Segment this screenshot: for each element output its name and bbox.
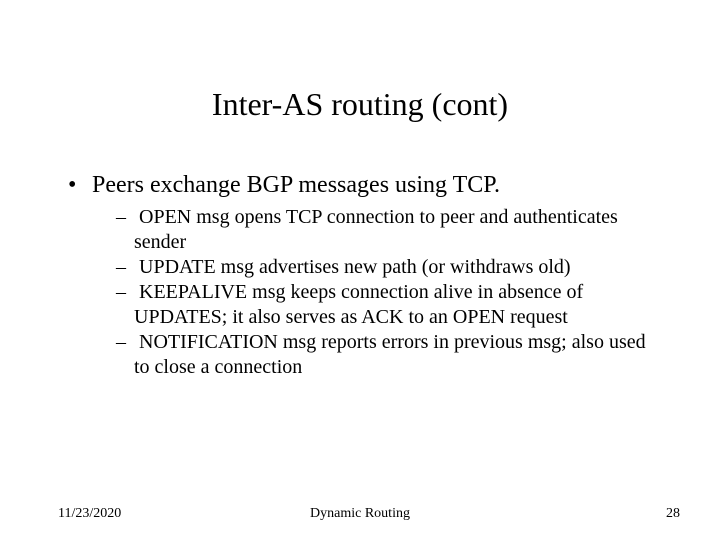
footer-page-number: 28 — [666, 506, 680, 522]
sub-bullet-list: OPEN msg opens TCP connection to peer an… — [60, 205, 660, 380]
bullet-main: Peers exchange BGP messages using TCP. — [60, 172, 660, 199]
sub-bullet: NOTIFICATION msg reports errors in previ… — [116, 330, 660, 380]
slide: Inter-AS routing (cont) Peers exchange B… — [0, 0, 720, 540]
sub-bullet-text: KEEPALIVE msg keeps connection alive in … — [134, 281, 583, 328]
slide-body: Peers exchange BGP messages using TCP. O… — [60, 172, 660, 380]
bullet-main-text: Peers exchange BGP messages using TCP. — [92, 172, 500, 198]
slide-title: Inter-AS routing (cont) — [0, 86, 720, 123]
sub-bullet: KEEPALIVE msg keeps connection alive in … — [116, 280, 660, 330]
sub-bullet: UPDATE msg advertises new path (or withd… — [116, 255, 660, 280]
sub-bullet: OPEN msg opens TCP connection to peer an… — [116, 205, 660, 255]
footer-title: Dynamic Routing — [0, 506, 720, 522]
sub-bullet-text: NOTIFICATION msg reports errors in previ… — [134, 331, 646, 378]
sub-bullet-text: OPEN msg opens TCP connection to peer an… — [134, 206, 618, 253]
sub-bullet-text: UPDATE msg advertises new path (or withd… — [139, 256, 571, 278]
